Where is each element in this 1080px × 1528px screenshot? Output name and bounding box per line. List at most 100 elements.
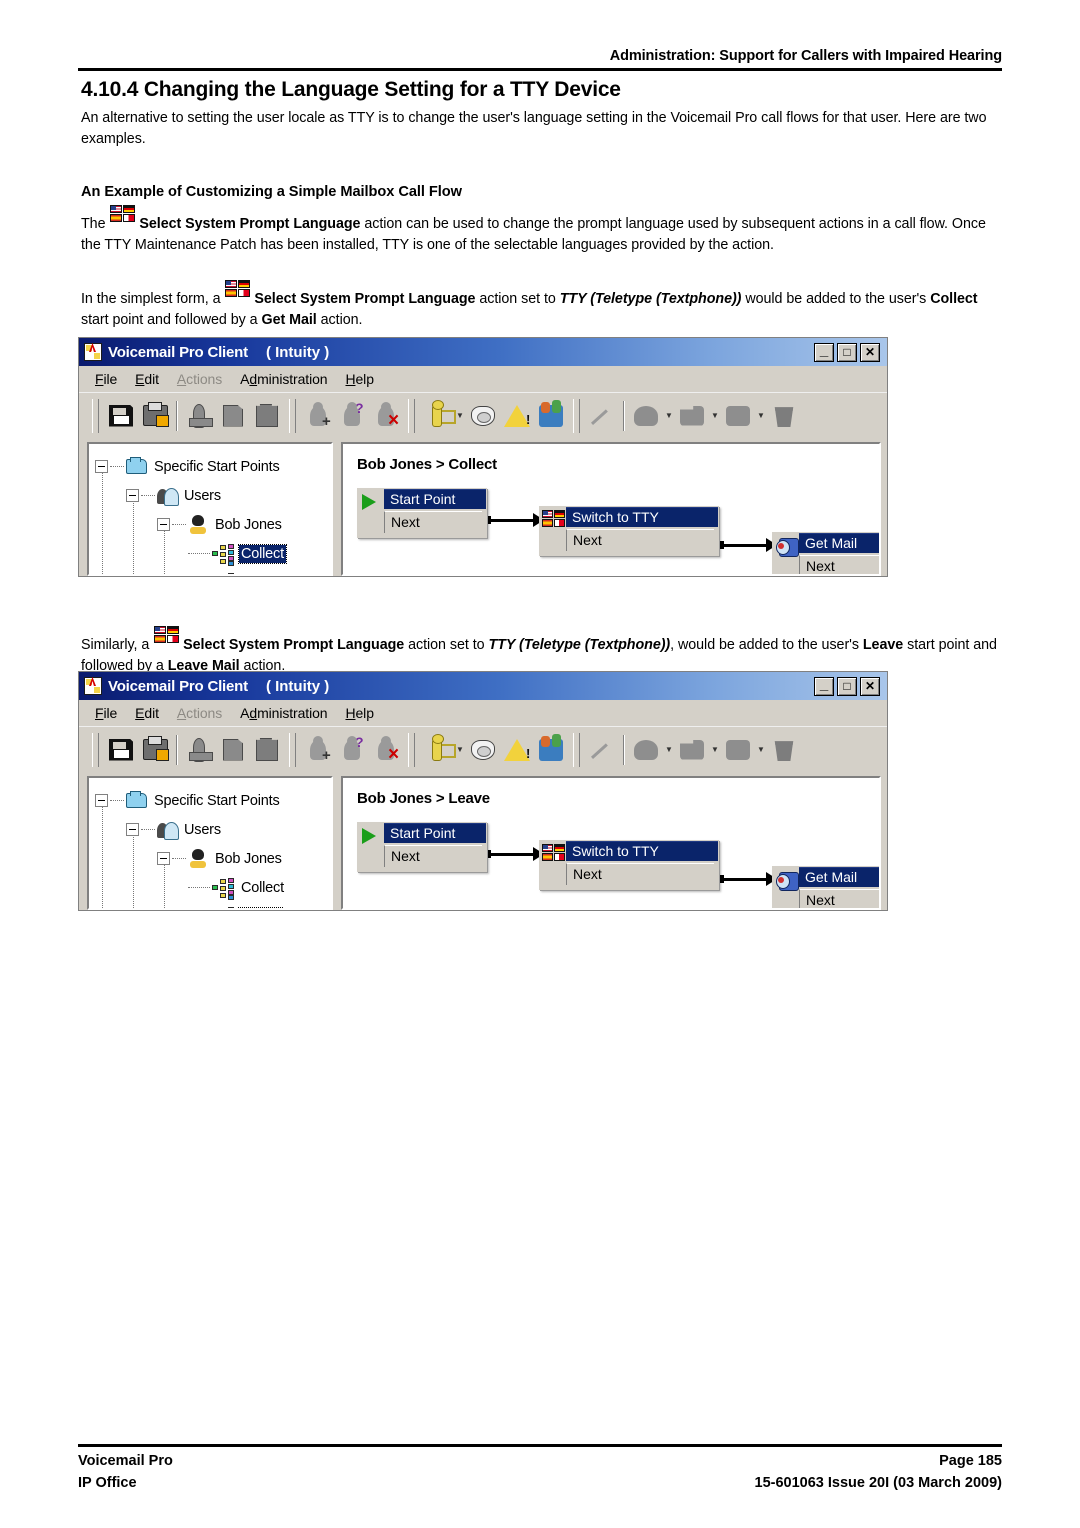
connect-button[interactable]	[585, 733, 619, 767]
mail-action-button[interactable]	[675, 399, 709, 433]
connect-button[interactable]	[585, 399, 619, 433]
delete-user-button[interactable]	[369, 399, 403, 433]
flow-node-start-point[interactable]: Start Point Next	[357, 488, 487, 538]
menu-item-file[interactable]: File	[95, 705, 117, 721]
call-flow-tree[interactable]: Specific Start Points Users Bob Jones Co…	[87, 442, 333, 576]
flow-node-start-point[interactable]: Start Point Next	[357, 822, 487, 872]
tree-item-users[interactable]: Users	[95, 815, 331, 844]
paste-button[interactable]	[250, 733, 284, 767]
chevron-down-icon[interactable]: ▼	[709, 733, 721, 767]
mail-action-button[interactable]	[675, 733, 709, 767]
flow-node-next-label[interactable]: Next	[799, 555, 879, 574]
toolbar-grip[interactable]	[92, 398, 99, 433]
flow-node-next-label[interactable]: Next	[384, 845, 482, 867]
voicemail-pro-client-window-collect[interactable]: Voicemail Pro Client ( Intuity ) _ □ ✕ F…	[78, 337, 888, 577]
person-action-button[interactable]	[420, 399, 456, 433]
tree-item-users[interactable]: Users	[95, 481, 331, 510]
toolbar-grip[interactable]	[289, 732, 296, 767]
delete-button[interactable]	[767, 733, 801, 767]
chevron-down-icon[interactable]: ▼	[709, 399, 721, 433]
call-flow-canvas[interactable]: Bob Jones > Leave Start Point Next Switc…	[341, 776, 881, 910]
delete-user-button[interactable]	[369, 733, 403, 767]
paste-button[interactable]	[250, 399, 284, 433]
key-button[interactable]	[182, 399, 216, 433]
call-flow-canvas[interactable]: Bob Jones > Collect Start Point Next Swi…	[341, 442, 881, 576]
tree-item-bob-jones[interactable]: Bob Jones	[95, 510, 331, 539]
voicemail-pro-client-window-leave[interactable]: Voicemail Pro Client ( Intuity ) _ □ ✕ F…	[78, 671, 888, 911]
menu-item-administration[interactable]: Administration	[240, 705, 327, 721]
call-flow-tree[interactable]: Specific Start Points Users Bob Jones Co…	[87, 776, 333, 910]
flow-node-next-label[interactable]: Next	[566, 863, 714, 885]
telephony-action-button[interactable]	[466, 399, 500, 433]
maximize-button[interactable]: □	[837, 342, 857, 362]
print-preview-button[interactable]	[138, 733, 172, 767]
tree-item-collect[interactable]: Collect	[95, 873, 331, 902]
toolbar-grip[interactable]	[408, 732, 415, 767]
voice-question-button[interactable]	[629, 399, 663, 433]
minimize-button[interactable]: _	[814, 676, 834, 696]
add-user-button[interactable]	[301, 399, 335, 433]
window-controls: _ □ ✕	[814, 676, 880, 696]
menu-item-file[interactable]: File	[95, 371, 117, 387]
close-button[interactable]: ✕	[860, 676, 880, 696]
expander-icon[interactable]	[126, 489, 139, 502]
add-user-button[interactable]	[301, 733, 335, 767]
minimize-button[interactable]: _	[814, 342, 834, 362]
warning-action-button[interactable]	[500, 733, 534, 767]
menu-item-help[interactable]: Help	[345, 371, 374, 387]
tree-item-leave[interactable]: Leave	[95, 902, 331, 908]
maximize-button[interactable]: □	[837, 676, 857, 696]
warning-action-button[interactable]	[500, 399, 534, 433]
telephony-action-button[interactable]	[466, 733, 500, 767]
misc-action-button[interactable]	[721, 733, 755, 767]
menu-item-administration[interactable]: Administration	[240, 371, 327, 387]
tree-item-leave[interactable]: Leave	[95, 568, 331, 574]
expander-icon[interactable]	[157, 518, 170, 531]
users-icon	[157, 821, 179, 840]
chevron-down-icon[interactable]: ▼	[663, 399, 675, 433]
menu-item-edit[interactable]: Edit	[135, 371, 159, 387]
flow-node-next-label[interactable]: Next	[566, 529, 714, 551]
close-button[interactable]: ✕	[860, 342, 880, 362]
tree-item-bob-jones[interactable]: Bob Jones	[95, 844, 331, 873]
flow-node-get-mail[interactable]: Get Mail Next	[772, 532, 879, 574]
group-action-button[interactable]	[534, 733, 568, 767]
save-button[interactable]	[104, 733, 138, 767]
tree-item-collect[interactable]: Collect	[95, 539, 331, 568]
copy-button[interactable]	[216, 733, 250, 767]
flow-node-get-mail[interactable]: Get Mail Next	[772, 866, 879, 908]
key-button[interactable]	[182, 733, 216, 767]
copy-button[interactable]	[216, 399, 250, 433]
expander-icon[interactable]	[126, 823, 139, 836]
flow-node-next-label[interactable]: Next	[799, 889, 879, 908]
delete-button[interactable]	[767, 399, 801, 433]
delete-user-icon	[378, 401, 399, 432]
expander-icon[interactable]	[95, 794, 108, 807]
expander-icon[interactable]	[157, 852, 170, 865]
voice-question-button[interactable]	[629, 733, 663, 767]
menu-item-help[interactable]: Help	[345, 705, 374, 721]
toolbar-grip[interactable]	[289, 398, 296, 433]
toolbar-grip[interactable]	[573, 732, 580, 767]
chevron-down-icon[interactable]: ▼	[755, 399, 767, 433]
print-preview-button[interactable]	[138, 399, 172, 433]
chevron-down-icon[interactable]: ▼	[663, 733, 675, 767]
user-properties-button[interactable]	[335, 733, 369, 767]
flow-node-next-label[interactable]: Next	[384, 511, 482, 533]
person-action-button[interactable]	[420, 733, 456, 767]
tree-item-specific-start-points[interactable]: Specific Start Points	[95, 452, 331, 481]
toolbar-grip[interactable]	[92, 732, 99, 767]
tree-item-specific-start-points[interactable]: Specific Start Points	[95, 786, 331, 815]
misc-action-button[interactable]	[721, 399, 755, 433]
toolbar-grip[interactable]	[408, 398, 415, 433]
chevron-down-icon[interactable]: ▼	[755, 733, 767, 767]
menu-item-edit[interactable]: Edit	[135, 705, 159, 721]
save-button[interactable]	[104, 399, 138, 433]
flow-node-switch-to-tty[interactable]: Switch to TTY Next	[539, 506, 719, 556]
user-properties-button[interactable]	[335, 399, 369, 433]
flow-node-switch-to-tty[interactable]: Switch to TTY Next	[539, 840, 719, 890]
group-action-button[interactable]	[534, 399, 568, 433]
toolbar-grip[interactable]	[573, 398, 580, 433]
expander-icon[interactable]	[95, 460, 108, 473]
copy-icon	[223, 738, 243, 761]
